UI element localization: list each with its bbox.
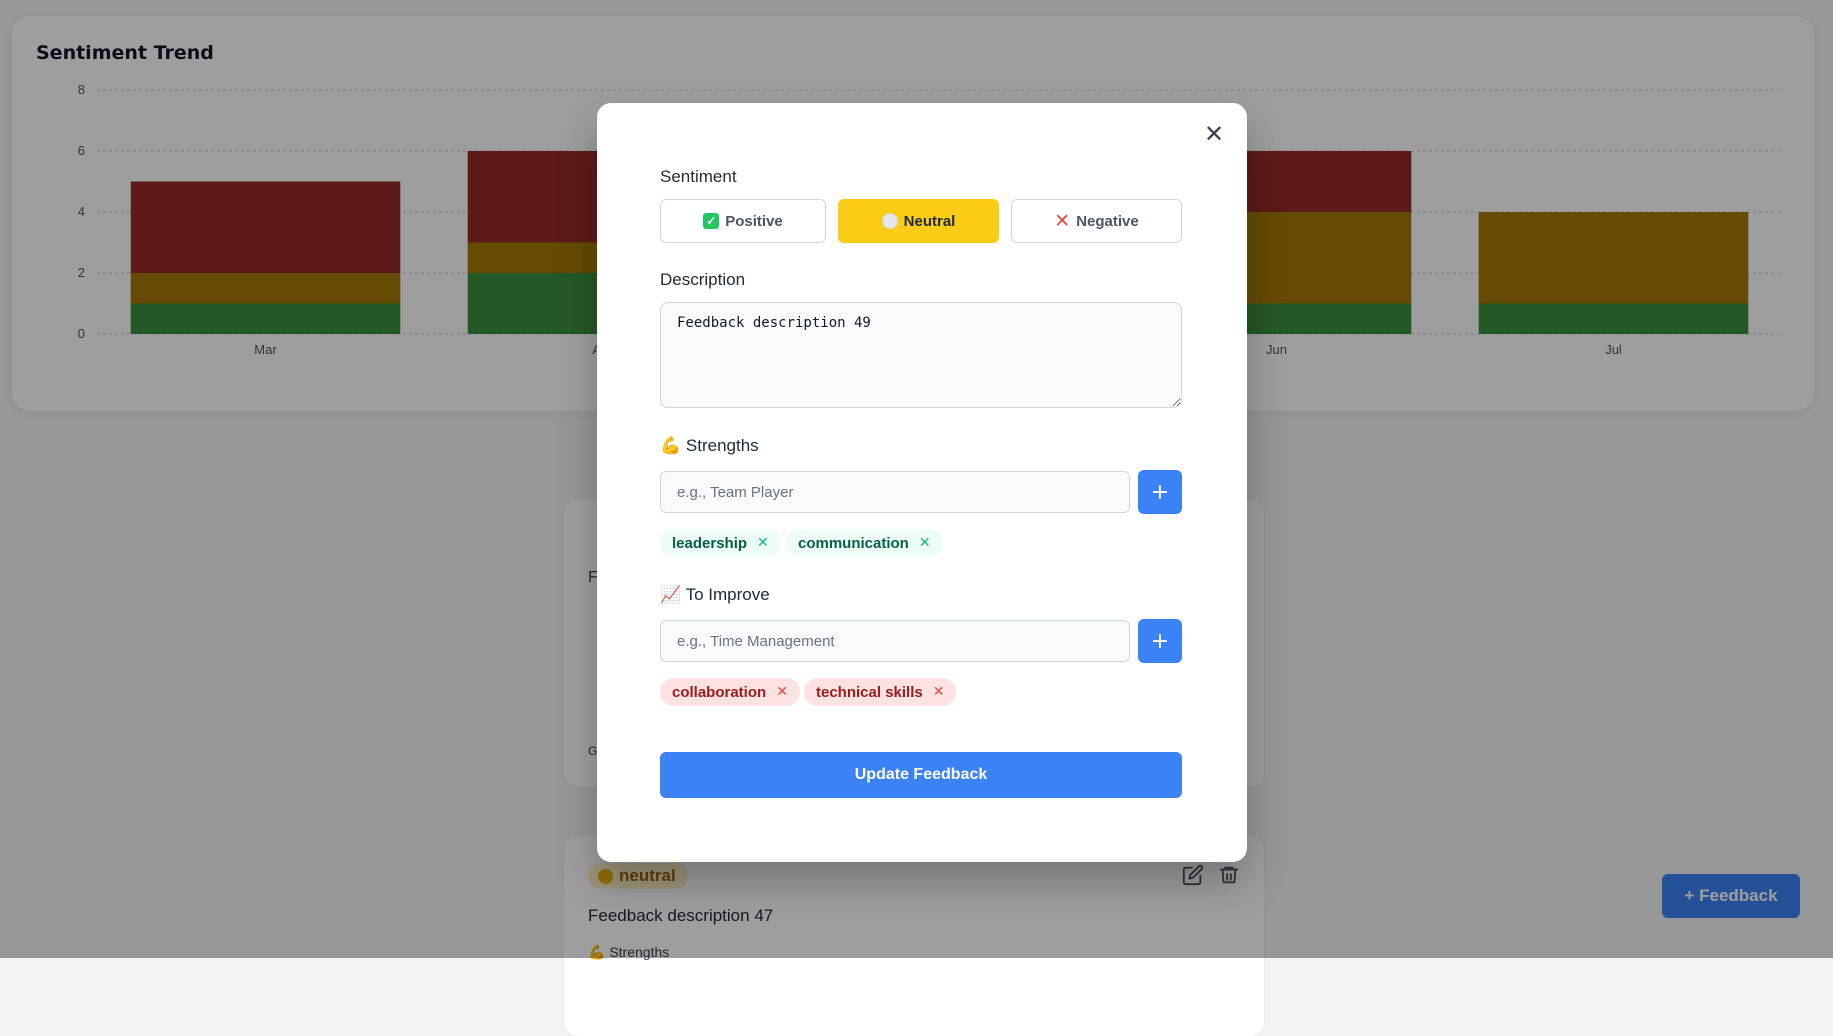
strength-tag-label: leadership xyxy=(672,534,748,552)
remove-tag-icon[interactable]: ✕ xyxy=(776,684,788,700)
add-improve-button[interactable]: + xyxy=(1138,619,1182,663)
check-icon: ✓ xyxy=(703,213,720,229)
sentiment-neutral-button[interactable]: Neutral xyxy=(838,199,999,243)
improve-tag-label: technical skills xyxy=(816,683,923,701)
improve-label: To Improve xyxy=(685,585,770,604)
strengths-heading: 💪 Strengths xyxy=(660,436,759,456)
edit-feedback-modal: ✕ Sentiment ✓ Positive Neutral ✕ Negativ… xyxy=(597,103,1247,862)
remove-tag-icon[interactable]: ✕ xyxy=(933,684,945,700)
sentiment-positive-button[interactable]: ✓ Positive xyxy=(660,199,826,243)
strength-tag-label: communication xyxy=(798,534,909,552)
sentiment-label: Sentiment xyxy=(660,167,737,186)
description-textarea[interactable]: Feedback description 49 xyxy=(660,302,1182,408)
description-label: Description xyxy=(660,270,746,289)
sentiment-positive-label: Positive xyxy=(725,212,783,230)
remove-tag-icon[interactable]: ✕ xyxy=(757,535,769,551)
improve-heading: 📈 To Improve xyxy=(660,585,770,605)
chart-increasing-icon: 📈 xyxy=(660,585,682,604)
update-feedback-button[interactable]: Update Feedback xyxy=(660,752,1182,798)
improve-tag: technical skills ✕ xyxy=(804,678,957,706)
strengths-label: Strengths xyxy=(685,436,759,455)
flexed-biceps-icon: 💪 xyxy=(660,436,682,455)
improve-tag-label: collaboration xyxy=(672,683,767,701)
sentiment-negative-label: Negative xyxy=(1076,212,1139,230)
improve-tag: collaboration ✕ xyxy=(660,678,800,706)
strength-tag: leadership ✕ xyxy=(660,529,781,557)
strength-input[interactable] xyxy=(660,471,1130,513)
sentiment-negative-button[interactable]: ✕ Negative xyxy=(1011,199,1182,243)
cross-icon: ✕ xyxy=(1054,210,1071,232)
circle-icon xyxy=(881,213,898,229)
sentiment-neutral-label: Neutral xyxy=(903,212,956,230)
strength-tag: communication ✕ xyxy=(786,529,943,557)
remove-tag-icon[interactable]: ✕ xyxy=(919,535,931,551)
improve-input[interactable] xyxy=(660,620,1130,662)
add-strength-button[interactable]: + xyxy=(1138,470,1182,514)
close-icon[interactable]: ✕ xyxy=(1199,119,1229,149)
